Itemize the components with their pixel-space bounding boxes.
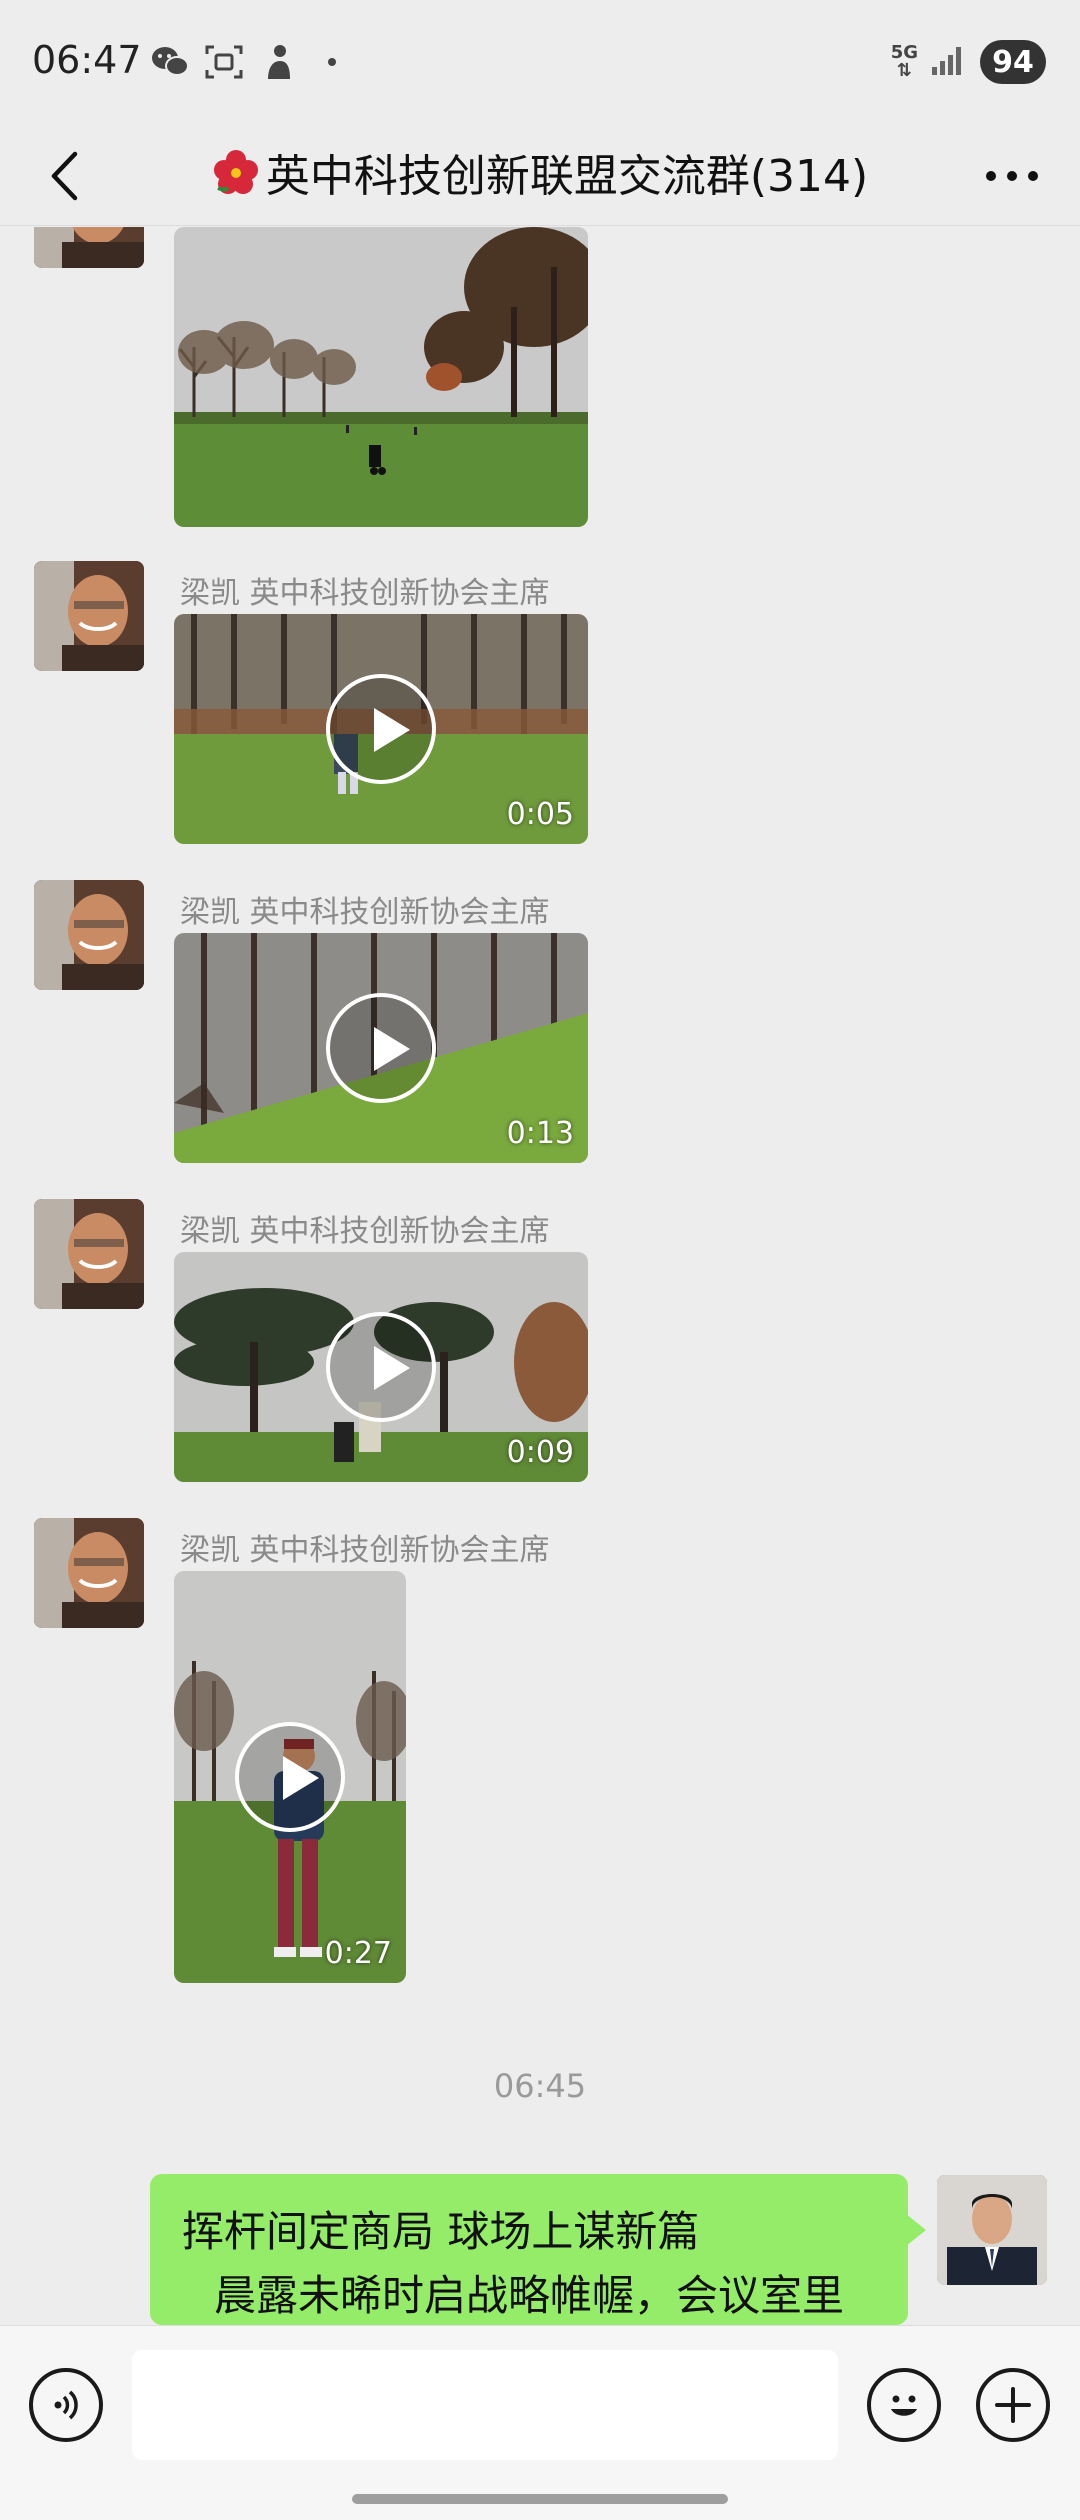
play-icon[interactable]: [326, 674, 436, 784]
video-duration: 0:27: [324, 1936, 392, 1971]
sender-name: 梁凯 英中科技创新协会主席: [180, 576, 550, 611]
video-message[interactable]: 0:05: [174, 614, 588, 844]
sender-name: 梁凯 英中科技创新协会主席: [180, 1533, 550, 1568]
chat-title: 英中科技创新联盟交流群(314): [130, 140, 950, 204]
wechat-icon: [150, 42, 190, 82]
my-message-line1: 挥杆间定商局 球场上谋新篇: [182, 2207, 700, 2256]
play-icon[interactable]: [326, 993, 436, 1103]
hibiscus-icon: [213, 150, 258, 194]
status-time: 06:47: [32, 38, 142, 82]
chat-title-text: 英中科技创新联盟交流群(314): [265, 151, 869, 202]
emoji-icon: [891, 2395, 917, 2416]
voice-icon: [54, 2390, 78, 2420]
video-message[interactable]: 0:09: [174, 1252, 588, 1482]
plus-button[interactable]: [976, 2368, 1050, 2442]
my-avatar[interactable]: [937, 2175, 1047, 2285]
avatar[interactable]: [34, 1199, 144, 1309]
video-duration: 0:05: [506, 797, 574, 832]
network-label: 5G: [890, 42, 918, 63]
chat-header: 英中科技创新联盟交流群(314): [0, 126, 1080, 226]
my-message-line2: 晨露未晞时启战略帷幄，会议室里: [214, 2271, 845, 2320]
message-input[interactable]: [132, 2350, 838, 2460]
sender-name: 梁凯 英中科技创新协会主席: [180, 1214, 550, 1249]
more-button[interactable]: [980, 148, 1044, 204]
emoji-button[interactable]: [867, 2368, 941, 2442]
video-message[interactable]: 0:13: [174, 933, 588, 1163]
back-button[interactable]: [36, 148, 92, 204]
image-message[interactable]: [174, 227, 588, 527]
status-bar: 06:47 5G ⇅ 94: [0, 0, 1080, 126]
home-indicator[interactable]: [352, 2494, 728, 2504]
scan-icon: [204, 42, 244, 82]
my-message-bubble[interactable]: 挥杆间定商局 球场上谋新篇 晨露未晞时启战略帷幄，会议室里: [150, 2174, 926, 2325]
video-message[interactable]: 0:27: [174, 1571, 406, 1983]
sender-name: 梁凯 英中科技创新协会主席: [180, 895, 550, 930]
voice-button[interactable]: [29, 2368, 103, 2442]
avatar[interactable]: [34, 227, 144, 268]
network-5g-icon: 5G ⇅: [890, 42, 918, 81]
video-duration: 0:13: [506, 1116, 574, 1151]
status-icons-right: 5G ⇅ 94: [891, 38, 1046, 86]
more-dots-icon: [986, 171, 1038, 181]
battery-indicator: 94: [980, 40, 1046, 84]
status-icons-left: [150, 40, 352, 84]
input-bar: [0, 2325, 1080, 2520]
signal-icon: [932, 45, 966, 79]
avatar[interactable]: [34, 1518, 144, 1628]
play-icon[interactable]: [326, 1312, 436, 1422]
time-divider: 06:45: [493, 2067, 587, 2105]
plus-icon: [995, 2387, 1031, 2423]
pet-icon: [258, 42, 298, 82]
avatar[interactable]: [34, 561, 144, 671]
play-icon[interactable]: [235, 1722, 345, 1832]
chat-messages[interactable]: 梁凯 英中科技创新协会主席 0:05 梁凯 英中科技创新协会主席 0:13 梁凯…: [0, 227, 1080, 2325]
dot-icon: [312, 42, 352, 82]
video-duration: 0:09: [506, 1435, 574, 1470]
chevron-left-icon: [51, 151, 78, 201]
avatar[interactable]: [34, 880, 144, 990]
